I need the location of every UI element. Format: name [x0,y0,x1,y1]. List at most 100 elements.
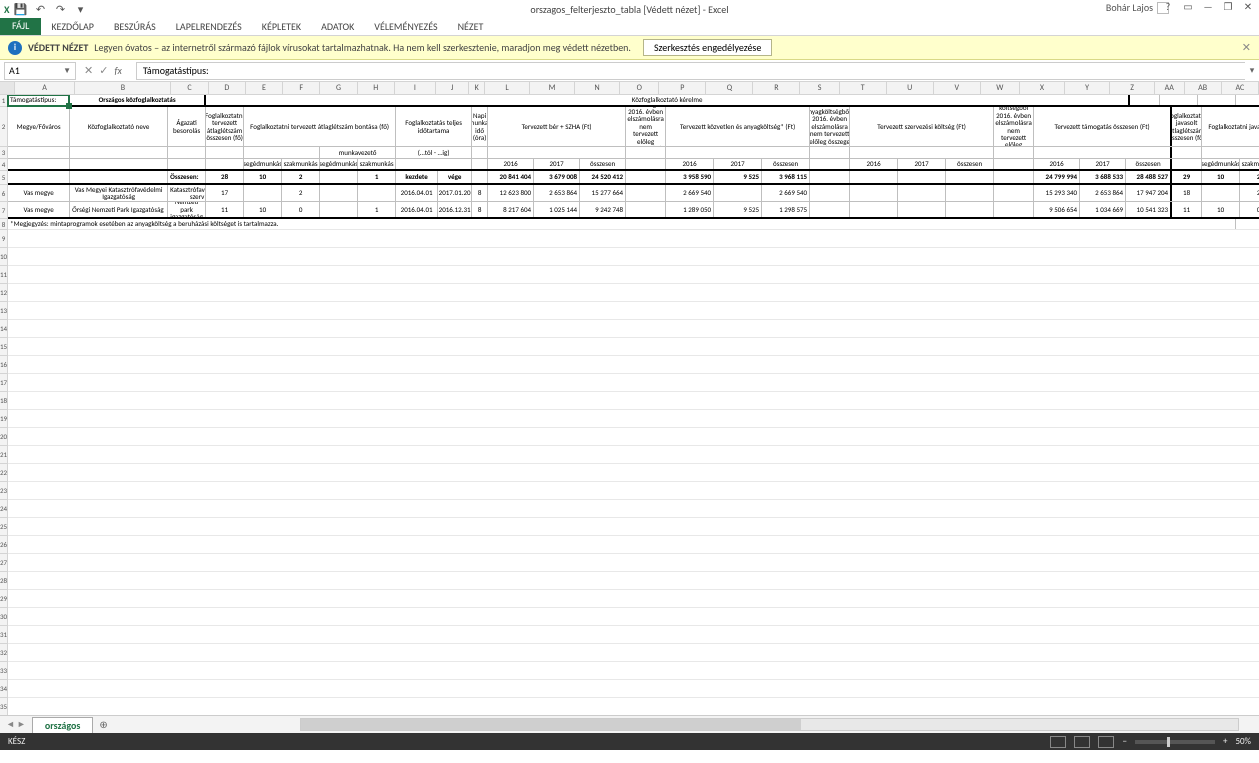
r4-r[interactable]: összesen [762,159,810,169]
row-head-9[interactable]: 9 [0,230,7,248]
row-head-27[interactable]: 27 [0,554,7,572]
hscrollbar[interactable] [300,718,1239,731]
hscroll-thumb[interactable] [301,719,801,730]
grid[interactable]: 1234567891011121314151617181920212223242… [0,95,1259,715]
r6-k[interactable]: 8 [472,185,488,201]
r5-f[interactable]: 2 [282,171,320,183]
r7-k[interactable]: 8 [472,202,488,217]
r6-aa[interactable]: 18 [1172,185,1202,201]
col-D[interactable]: D [209,82,246,94]
r7-y[interactable]: 1 034 669 [1080,202,1126,217]
col-C[interactable]: C [171,82,208,94]
col-B[interactable]: B [75,82,171,94]
zoom-out-icon[interactable]: − [1122,736,1126,747]
hdr-wage-advance[interactable]: Bérköltségből 2016. évben elszámolásra n… [626,107,666,146]
row-head-8[interactable]: 8 [0,219,7,230]
row-head-20[interactable]: 20 [0,428,7,446]
row-head-7[interactable]: 7 [0,202,7,219]
r4-u[interactable]: 2017 [898,159,946,169]
r6-p[interactable]: 2 669 540 [666,185,714,201]
col-H[interactable]: H [358,82,395,94]
col-W[interactable]: W [981,82,1020,94]
row-head-34[interactable]: 34 [0,680,7,698]
row-head-33[interactable]: 33 [0,662,7,680]
col-F[interactable]: F [283,82,320,94]
r5-d[interactable]: 28 [206,171,244,183]
col-Q[interactable]: Q [706,82,753,94]
msgbar-close-icon[interactable]: ✕ [1242,41,1251,54]
row-head-24[interactable]: 24 [0,500,7,518]
col-K[interactable]: K [469,82,485,94]
col-T[interactable]: T [840,82,887,94]
r6-q[interactable] [714,185,762,201]
cell-kk[interactable]: Közfoglalkoztató kérelme [206,95,1130,105]
row-head-17[interactable]: 17 [0,374,7,392]
col-Z[interactable]: Z [1110,82,1155,94]
tab-review[interactable]: VÉLEMÉNYEZÉS [364,18,447,35]
view-layout-icon[interactable] [1074,736,1090,748]
col-S[interactable]: S [800,82,839,94]
row-head-29[interactable]: 29 [0,590,7,608]
add-sheet-icon[interactable]: ⊕ [93,718,113,731]
r5-p[interactable]: 3 958 590 [666,171,714,183]
r4-ac[interactable]: szakmunkás [1240,159,1259,169]
hdr-headcount-breakdown[interactable]: Foglalkoztatni tervezett átlaglétszám bo… [244,107,396,146]
r5-j[interactable]: vége [438,171,472,183]
r6-d[interactable]: 17 [206,185,244,201]
maximize-icon[interactable]: ❐ [1221,0,1235,13]
r6-l[interactable]: 12 623 800 [488,185,534,201]
r7-l[interactable]: 8 217 604 [488,202,534,217]
r7-f[interactable]: 0 [282,202,320,217]
zoom-slider[interactable] [1135,740,1215,744]
r7-aa[interactable]: 11 [1172,202,1202,217]
row-head-35[interactable]: 35 [0,698,7,715]
view-normal-icon[interactable] [1050,736,1066,748]
col-O[interactable]: O [620,82,659,94]
r5-n[interactable]: 24 520 412 [580,171,626,183]
minimize-icon[interactable]: — [1201,0,1215,13]
save-icon[interactable]: 💾 [14,3,28,16]
r4-g[interactable]: segédmunkás [320,159,358,169]
row-head-21[interactable]: 21 [0,446,7,464]
r5-i[interactable]: kezdete [396,171,438,183]
r6-b[interactable]: Vas Megyei Katasztrófavédelmi Igazgatósá… [70,185,168,201]
r6-c[interactable]: Katasztrófavédelmi szerv [168,185,206,201]
r7-d[interactable]: 11 [206,202,244,217]
r6-ac[interactable]: 2 [1240,185,1259,201]
row-head-19[interactable]: 19 [0,410,7,428]
r6-r[interactable]: 2 669 540 [762,185,810,201]
row-head-30[interactable]: 30 [0,608,7,626]
col-AB[interactable]: AB [1185,82,1222,94]
r5-r[interactable]: 3 968 115 [762,171,810,183]
col-G[interactable]: G [320,82,357,94]
cell-AA1[interactable] [1130,95,1160,105]
r5-k[interactable] [472,171,488,183]
row-head-6[interactable]: 6 [0,185,7,202]
r7-x[interactable]: 9 506 654 [1034,202,1080,217]
hdr-headcount[interactable]: Foglalkoztatni tervezett átlaglétszám ös… [206,107,244,146]
undo-icon[interactable]: ↶ [34,3,48,16]
col-L[interactable]: L [485,82,530,94]
close-icon[interactable]: ✕ [1241,0,1255,13]
row-head-15[interactable]: 15 [0,338,7,356]
zoom-value[interactable]: 50% [1235,736,1251,747]
r6-e[interactable] [244,185,282,201]
col-M[interactable]: M [530,82,575,94]
sheet-tab-active[interactable]: országos [32,717,94,733]
cell-A1[interactable]: Támogatástípus: [8,95,70,105]
col-Y[interactable]: Y [1065,82,1110,94]
r4-h[interactable]: szakmunkás [358,159,396,169]
col-E[interactable]: E [246,82,283,94]
r5-y[interactable]: 3 688 533 [1080,171,1126,183]
r4-ab[interactable]: segédmunkás [1202,159,1240,169]
r4-f[interactable]: szakmunkás [282,159,320,169]
r5-c[interactable]: Összesen: [168,171,206,183]
col-AC[interactable]: AC [1222,82,1259,94]
hdr-org[interactable]: Tervezett szervezési költség (Ft) [850,107,994,146]
col-I[interactable]: I [395,82,436,94]
r5-ac[interactable]: 2 [1240,171,1259,183]
hdr-material-advance[interactable]: Közvetlen és anyagköltségből* 2016. évbe… [810,107,850,146]
hdr-material[interactable]: Tervezett közvetlen és anyagköltség* (Ft… [666,107,810,146]
r7-ab[interactable]: 10 [1202,202,1240,217]
r7-h[interactable]: 1 [358,202,396,217]
